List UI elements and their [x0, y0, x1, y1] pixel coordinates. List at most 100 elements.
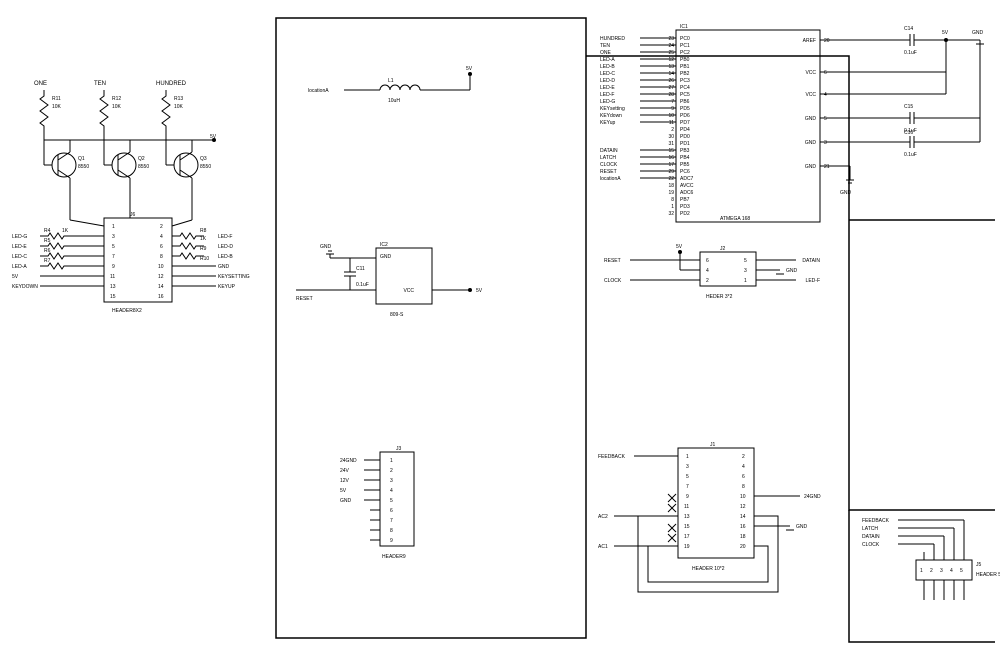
svg-text:11: 11	[684, 504, 689, 510]
svg-text:LED-G: LED-G	[12, 234, 27, 240]
svg-text:HEADER9: HEADER9	[382, 554, 406, 560]
svg-text:ADC6: ADC6	[680, 190, 694, 196]
svg-text:LATCH: LATCH	[862, 526, 878, 532]
svg-text:0.1uF: 0.1uF	[904, 152, 917, 158]
svg-text:22: 22	[668, 176, 674, 182]
svg-text:31: 31	[668, 141, 674, 147]
svg-text:HUNDRED: HUNDRED	[600, 36, 625, 42]
svg-text:PB2: PB2	[680, 71, 690, 77]
svg-text:3: 3	[686, 464, 689, 470]
frame-middle	[276, 18, 586, 638]
svg-text:GND: GND	[796, 524, 808, 530]
svg-text:8: 8	[390, 528, 393, 534]
svg-text:PC1: PC1	[680, 43, 690, 49]
header-j5: J5 HEADER 5*2 12345 FEEDBACK LATCH DATAI…	[862, 518, 1000, 600]
svg-text:8: 8	[742, 484, 745, 490]
svg-text:PD4: PD4	[680, 127, 690, 133]
svg-text:ATMEGA 168: ATMEGA 168	[720, 216, 750, 222]
svg-text:R6: R6	[44, 248, 51, 254]
svg-text:GND: GND	[972, 30, 984, 36]
svg-text:28: 28	[668, 92, 674, 98]
svg-text:PC3: PC3	[680, 78, 690, 84]
header-j3: J3 HEADER9 123 456 789 24GND 24V 12V 5V …	[340, 446, 414, 560]
svg-text:7: 7	[686, 484, 689, 490]
svg-text:AC2: AC2	[598, 514, 608, 520]
svg-text:LED-F: LED-F	[806, 278, 820, 284]
svg-text:8: 8	[160, 254, 163, 260]
svg-text:C15: C15	[904, 104, 913, 110]
header-j1: J1 HEADER 10*2 12 34 56 78 910 1112 1314…	[598, 442, 821, 592]
schematic-canvas: ONE TEN HUNDRED R11 10K R12 10K R13 10K …	[0, 0, 1000, 651]
net-ten: TEN	[94, 81, 106, 87]
svg-text:18: 18	[740, 534, 746, 540]
svg-text:2: 2	[160, 224, 163, 230]
svg-text:3: 3	[824, 140, 827, 146]
svg-text:10: 10	[740, 494, 746, 500]
svg-text:LED-D: LED-D	[600, 78, 615, 84]
svg-text:8550: 8550	[78, 164, 89, 170]
svg-text:VCC: VCC	[805, 92, 816, 98]
svg-text:J5: J5	[976, 562, 982, 568]
svg-text:16: 16	[668, 155, 674, 161]
svg-text:21: 21	[824, 164, 830, 170]
svg-text:GND: GND	[320, 244, 332, 250]
svg-text:ADC7: ADC7	[680, 176, 694, 182]
svg-text:8550: 8550	[200, 164, 211, 170]
svg-text:DATAIN: DATAIN	[862, 534, 880, 540]
svg-text:4: 4	[824, 92, 827, 98]
svg-text:R12: R12	[112, 96, 121, 102]
svg-text:LED-E: LED-E	[12, 244, 27, 250]
svg-text:2: 2	[930, 568, 933, 574]
svg-text:FEEDBACK: FEEDBACK	[862, 518, 890, 524]
svg-text:LED-A: LED-A	[12, 264, 27, 270]
svg-text:IC1: IC1	[680, 24, 688, 30]
svg-text:AVCC: AVCC	[680, 183, 694, 189]
svg-text:32: 32	[668, 211, 674, 217]
svg-text:17: 17	[668, 162, 674, 168]
svg-text:10K: 10K	[52, 104, 62, 110]
header-j2: J2 HEDER 3*2 654321 RESET CLOCK DATAIN L…	[604, 244, 820, 300]
svg-text:29: 29	[668, 169, 674, 175]
svg-text:4: 4	[706, 268, 709, 274]
net-hundred: HUNDRED	[156, 81, 187, 87]
frame-right-top	[586, 56, 995, 510]
svg-text:LED-A: LED-A	[600, 57, 615, 63]
svg-text:5: 5	[824, 116, 827, 122]
svg-text:DATAIN: DATAIN	[802, 258, 820, 264]
svg-text:LED-F: LED-F	[600, 92, 614, 98]
ic2-block: IC2 809-S GND VCC RESET C11 0.1uF GND 5V	[296, 242, 483, 318]
svg-text:24: 24	[668, 43, 674, 49]
svg-text:GND: GND	[805, 140, 817, 146]
svg-text:R4: R4	[44, 228, 51, 234]
res-r13: R13 10K	[162, 90, 184, 132]
svg-text:LED-E: LED-E	[600, 85, 615, 91]
ic1-leftpins: PC0 PC1 PC2 PB0 PB1 PB2 PC3 PC4 PC5 PB6 …	[680, 36, 694, 217]
svg-text:J3: J3	[396, 446, 402, 452]
svg-text:15: 15	[684, 524, 690, 530]
svg-text:L1: L1	[388, 78, 394, 84]
svg-text:GND: GND	[340, 498, 352, 504]
svg-text:18: 18	[668, 183, 674, 189]
svg-text:15: 15	[668, 148, 674, 154]
svg-text:KEYdown: KEYdown	[600, 113, 622, 119]
svg-text:AREF: AREF	[803, 38, 816, 44]
svg-text:HEADER 10*2: HEADER 10*2	[692, 566, 725, 572]
svg-text:14: 14	[158, 284, 164, 290]
svg-text:5V: 5V	[676, 244, 683, 250]
svg-text:CLOCK: CLOCK	[604, 278, 622, 284]
svg-text:17: 17	[684, 534, 690, 540]
svg-text:LED-G: LED-G	[600, 99, 615, 105]
svg-text:PB5: PB5	[680, 162, 690, 168]
svg-text:RESET: RESET	[604, 258, 621, 264]
svg-text:PB6: PB6	[680, 99, 690, 105]
svg-text:LED-B: LED-B	[600, 64, 615, 70]
svg-text:20: 20	[740, 544, 746, 550]
svg-text:12: 12	[740, 504, 746, 510]
svg-text:20: 20	[824, 38, 830, 44]
svg-text:10uH: 10uH	[388, 98, 400, 104]
svg-text:Q2: Q2	[138, 156, 145, 162]
svg-text:PB7: PB7	[680, 197, 690, 203]
svg-text:DATAIN: DATAIN	[600, 148, 618, 154]
svg-text:10K: 10K	[174, 104, 184, 110]
svg-text:19: 19	[684, 544, 690, 550]
